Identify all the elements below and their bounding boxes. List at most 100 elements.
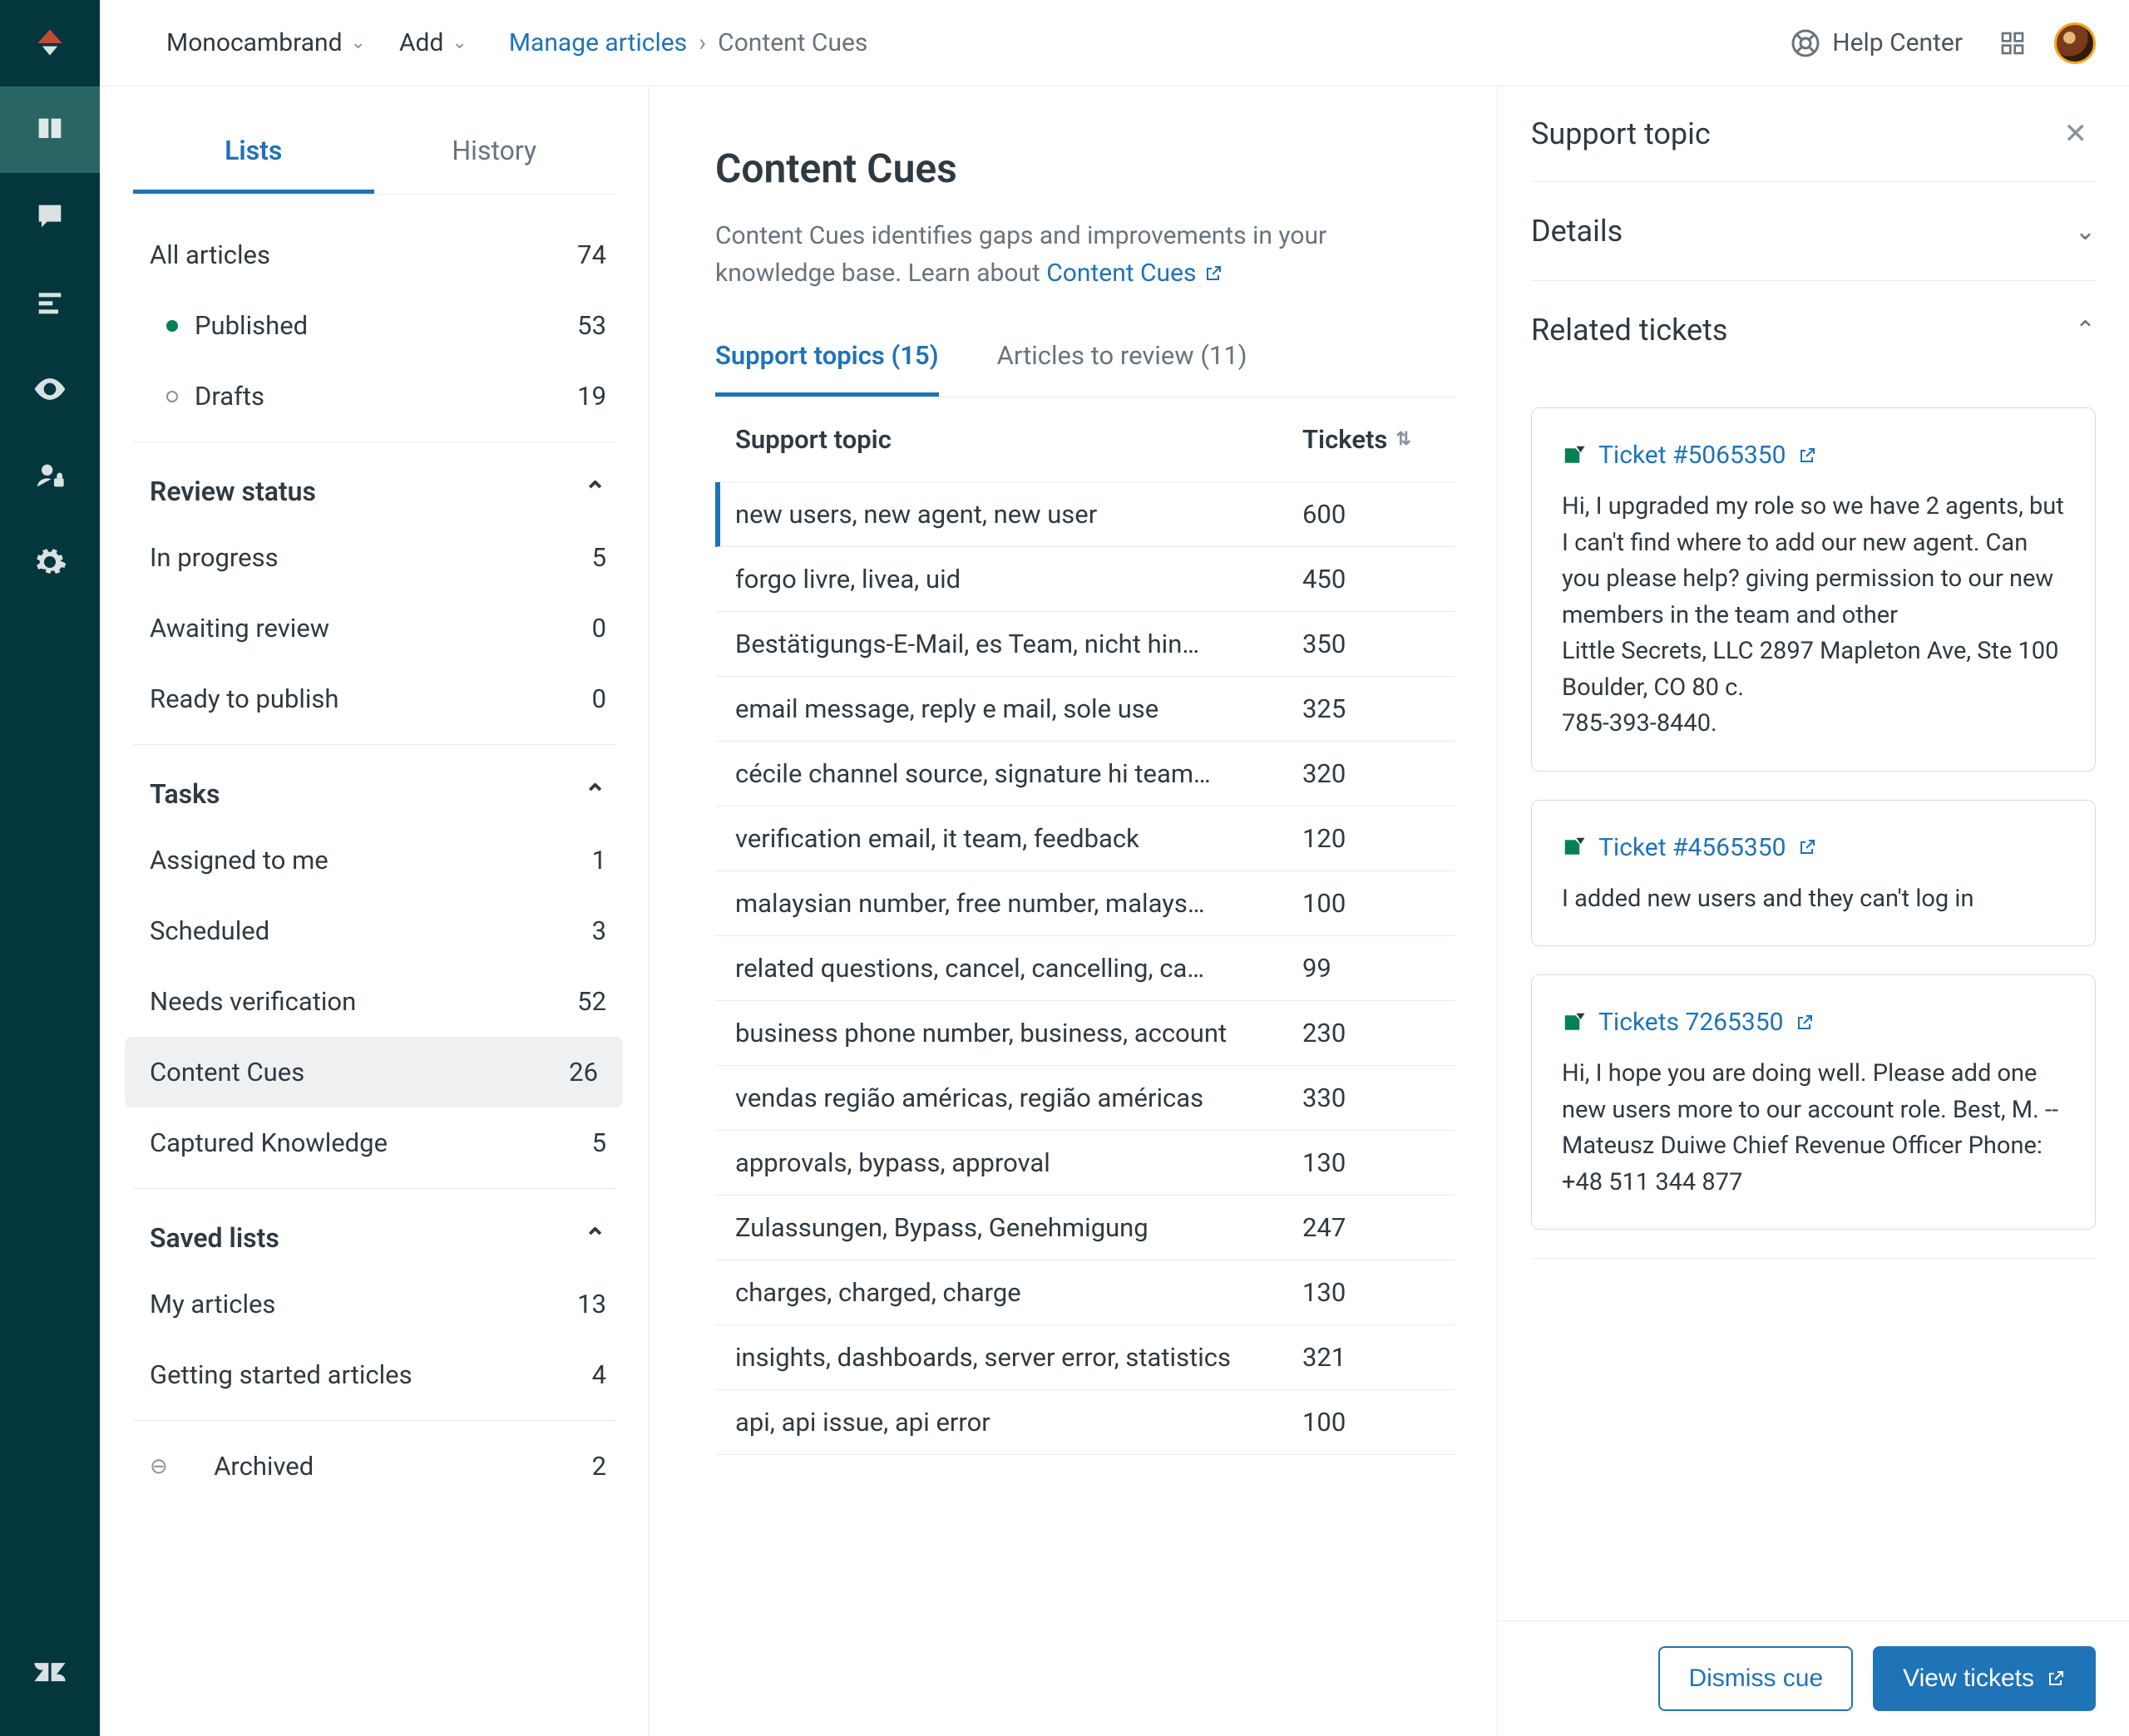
cell-tickets: 100 (1302, 1407, 1435, 1438)
sidebar-item-label: Awaiting review (150, 613, 329, 644)
sidebar-item-label: Archived (214, 1451, 314, 1482)
brand-logo[interactable] (0, 0, 100, 86)
sidebar-content-cues[interactable]: Content Cues 26 (125, 1037, 623, 1107)
table-row[interactable]: Bestätigungs-E-Mail, es Team, nicht hin…… (715, 612, 1455, 677)
accordion-related[interactable]: Related tickets ⌃ (1531, 281, 2096, 379)
accordion-label: Details (1531, 214, 1623, 249)
status-dot-hollow (166, 391, 178, 402)
table-row[interactable]: malaysian number, free number, malays…10… (715, 871, 1455, 936)
sidebar-tab-lists[interactable]: Lists (133, 120, 374, 194)
main-content: Content Cues Content Cues identifies gap… (649, 86, 1497, 1736)
sidebar-tab-history[interactable]: History (374, 120, 615, 194)
table-row[interactable]: verification email, it team, feedback120 (715, 806, 1455, 871)
sidebar-assigned[interactable]: Assigned to me 1 (100, 825, 648, 895)
chevron-down-icon: ⌄ (452, 32, 467, 53)
sidebar-item-count: 26 (569, 1057, 598, 1087)
sidebar-item-label: Needs verification (150, 986, 356, 1017)
sidebar-captured[interactable]: Captured Knowledge 5 (100, 1107, 648, 1178)
sidebar-item-count: 5 (592, 542, 606, 573)
sidebar-item-count: 19 (577, 381, 606, 412)
sidebar-item-count: 0 (592, 683, 606, 714)
page-title: Content Cues (715, 145, 1455, 192)
sidebar-panel: Lists History All articles 74 Published … (100, 86, 649, 1736)
cell-topic: related questions, cancel, cancelling, c… (735, 953, 1302, 984)
cell-topic: malaysian number, free number, malays… (735, 888, 1302, 919)
cell-tickets: 325 (1302, 693, 1435, 724)
ticket-id: Ticket #5065350 (1598, 436, 1786, 474)
table-row[interactable]: cécile channel source, signature hi team… (715, 742, 1455, 806)
divider (1531, 1258, 2096, 1259)
rail-eye-icon[interactable] (0, 346, 100, 432)
apps-grid-icon[interactable] (1996, 27, 2029, 60)
rail-arrange-icon[interactable] (0, 259, 100, 346)
breadcrumb-manage-articles[interactable]: Manage articles (509, 28, 687, 57)
sidebar-archived[interactable]: ⊖ Archived 2 (100, 1431, 648, 1502)
sidebar-section-tasks[interactable]: Tasks ⌃ (100, 755, 648, 825)
add-dropdown[interactable]: Add ⌄ (399, 28, 467, 57)
table-row[interactable]: charges, charged, charge130 (715, 1260, 1455, 1325)
accordion-label: Related tickets (1531, 313, 1727, 348)
archived-icon: ⊖ (150, 1454, 168, 1479)
table-row[interactable]: api, api issue, api error100 (715, 1390, 1455, 1455)
add-label: Add (399, 28, 443, 57)
tab-support-topics[interactable]: Support topics (15) (715, 323, 939, 397)
cell-tickets: 350 (1302, 629, 1435, 659)
sidebar-published[interactable]: Published 53 (100, 290, 648, 361)
sidebar-getting-started[interactable]: Getting started articles 4 (100, 1339, 648, 1410)
help-center-link[interactable]: Help Center (1791, 28, 1963, 58)
rail-settings-icon[interactable] (0, 519, 100, 605)
table-row[interactable]: email message, reply e mail, sole use325 (715, 677, 1455, 742)
ticket-link[interactable]: Tickets 7265350 (1562, 1004, 2065, 1041)
dismiss-cue-button[interactable]: Dismiss cue (1658, 1646, 1853, 1711)
tab-articles-to-review[interactable]: Articles to review (11) (997, 323, 1247, 397)
cell-topic: cécile channel source, signature hi team… (735, 758, 1302, 789)
table-row[interactable]: new users, new agent, new user600 (715, 482, 1455, 547)
table-row[interactable]: business phone number, business, account… (715, 1001, 1455, 1066)
cell-tickets: 321 (1302, 1342, 1435, 1373)
zendesk-logo-icon[interactable] (0, 1630, 100, 1716)
ticket-link[interactable]: Ticket #5065350 (1562, 436, 2065, 474)
sidebar-section-saved[interactable]: Saved lists ⌃ (100, 1199, 648, 1269)
close-icon[interactable]: ✕ (2064, 117, 2088, 150)
cell-tickets: 320 (1302, 758, 1435, 789)
table-row[interactable]: approvals, bypass, approval130 (715, 1131, 1455, 1196)
table-header: Support topic Tickets ⇅ (715, 397, 1455, 482)
sidebar-item-count: 0 (592, 613, 606, 644)
cell-tickets: 230 (1302, 1018, 1435, 1048)
workspace-name: Monocambrand (166, 28, 343, 57)
divider (133, 441, 615, 442)
sidebar-needs-verification[interactable]: Needs verification 52 (100, 966, 648, 1037)
sidebar-my-articles[interactable]: My articles 13 (100, 1269, 648, 1339)
col-header-tickets[interactable]: Tickets ⇅ (1302, 424, 1435, 455)
cell-tickets: 99 (1302, 953, 1435, 984)
table-row[interactable]: Zulassungen, Bypass, Genehmigung247 (715, 1196, 1455, 1260)
rail-announce-icon[interactable] (0, 173, 100, 259)
sidebar-awaiting[interactable]: Awaiting review 0 (100, 593, 648, 663)
sidebar-drafts[interactable]: Drafts 19 (100, 361, 648, 432)
content-cues-doc-link[interactable]: Content Cues (1046, 254, 1223, 292)
sidebar-item-count: 4 (592, 1359, 606, 1390)
col-header-topic[interactable]: Support topic (735, 424, 1302, 455)
cell-topic: verification email, it team, feedback (735, 823, 1302, 854)
ticket-link[interactable]: Ticket #4565350 (1562, 829, 2065, 866)
sidebar-in-progress[interactable]: In progress 5 (100, 522, 648, 593)
cell-tickets: 130 (1302, 1147, 1435, 1178)
sidebar-ready[interactable]: Ready to publish 0 (100, 663, 648, 734)
sidebar-item-count: 3 (592, 915, 606, 946)
sidebar-all-articles[interactable]: All articles 74 (100, 219, 648, 290)
ticket-id: Ticket #4565350 (1598, 829, 1786, 866)
cell-topic: api, api issue, api error (735, 1407, 1302, 1438)
table-row[interactable]: vendas região américas, região américas3… (715, 1066, 1455, 1131)
sidebar-scheduled[interactable]: Scheduled 3 (100, 895, 648, 966)
rail-knowledge-icon[interactable] (0, 86, 100, 173)
sidebar-section-review[interactable]: Review status ⌃ (100, 452, 648, 522)
table-row[interactable]: forgo livre, livea, uid450 (715, 547, 1455, 612)
rail-user-lock-icon[interactable] (0, 432, 100, 519)
table-row[interactable]: insights, dashboards, server error, stat… (715, 1325, 1455, 1390)
view-tickets-button[interactable]: View tickets (1873, 1646, 2096, 1711)
user-avatar[interactable] (2054, 22, 2096, 64)
ticket-body: Hi, I hope you are doing well. Please ad… (1562, 1056, 2065, 1201)
accordion-details[interactable]: Details ⌄ (1531, 182, 2096, 281)
table-row[interactable]: related questions, cancel, cancelling, c… (715, 936, 1455, 1001)
workspace-dropdown[interactable]: Monocambrand ⌄ (166, 28, 366, 57)
